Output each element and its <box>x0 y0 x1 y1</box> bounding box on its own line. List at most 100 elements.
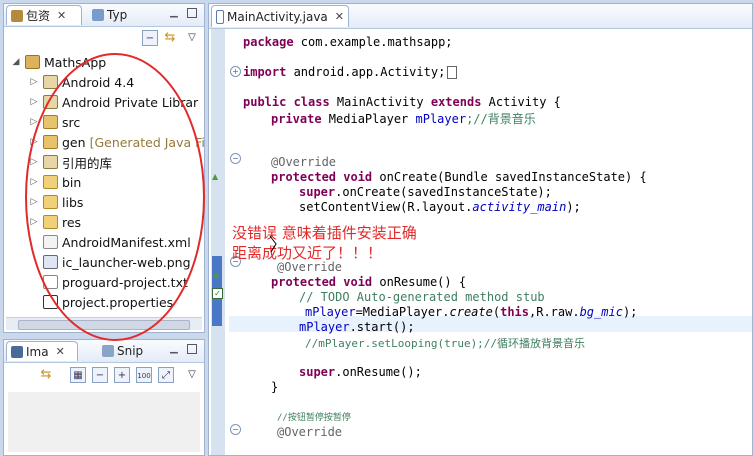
statement: .start(); <box>349 320 415 334</box>
tab-package-explorer-label: 包资 <box>26 9 51 23</box>
tree-item-android-private-libraries[interactable]: ▷ Android Private Librar <box>28 92 199 112</box>
tree-item-gen[interactable]: ▷ gen [Generated Java Fi <box>28 132 204 152</box>
zoom-in-icon[interactable]: + <box>114 367 130 383</box>
tab-snippets-label: Snip <box>117 344 144 358</box>
collapse-all-icon[interactable]: − <box>142 30 158 46</box>
tab-mainactivity[interactable]: MainActivity.java ✕ <box>211 5 349 27</box>
code-line: protected void onResume() { <box>271 275 466 290</box>
static-field: bg_mic <box>579 305 623 319</box>
field-name: mPlayer <box>299 320 350 334</box>
expand-arrow-icon[interactable]: ▷ <box>28 97 40 107</box>
tree-item-proguard-project[interactable]: proguard-project.txt <box>40 272 188 292</box>
tab-snippets[interactable]: Snip <box>98 341 154 361</box>
expand-arrow-icon[interactable]: ▷ <box>28 217 40 227</box>
keyword: super <box>299 185 336 199</box>
tree-item-android-4-4[interactable]: ▷ Android 4.4 <box>28 72 135 92</box>
source-folder-icon <box>43 135 58 149</box>
expand-arrow-icon[interactable]: ▷ <box>28 177 40 187</box>
tab-type-hierarchy[interactable]: Typ <box>88 5 148 25</box>
scrollbar-thumb[interactable] <box>18 320 190 330</box>
tree-item-res[interactable]: ▷ res <box>28 212 82 232</box>
statement: ,R.raw. <box>529 305 580 319</box>
todo-comment: // TODO Auto-generated method stub <box>299 290 545 304</box>
tree-item-src[interactable]: ▷ src <box>28 112 81 132</box>
minimize-icon[interactable]: ▁ <box>170 344 180 354</box>
method-signature: onCreate(Bundle savedInstanceState) { <box>379 170 647 184</box>
folder-icon <box>43 175 58 189</box>
statement: .onResume(); <box>335 365 422 379</box>
image-view-tabbar: Ima ✕ Snip ▁ <box>4 340 204 363</box>
red-annotation-note: 没错误 意味着插件安装正确 距离成功又近了！！！ <box>232 223 417 263</box>
field-name: mPlayer <box>305 305 356 319</box>
statement: =MediaPlayer. <box>355 305 450 319</box>
library-icon <box>43 95 58 109</box>
link-with-editor-icon[interactable]: ⇆ <box>162 30 178 46</box>
type-hierarchy-icon <box>92 9 104 21</box>
method-signature: onResume() { <box>379 275 467 289</box>
library-icon <box>43 75 58 89</box>
tree-item-referenced-libraries[interactable]: ▷ 引用的库 <box>28 152 112 172</box>
minimize-icon[interactable]: ▁ <box>170 8 180 18</box>
comment: //按钮暂停按暂停 <box>277 413 351 423</box>
fit-window-icon[interactable]: ⤢ <box>158 367 174 383</box>
tree-item-mathsapp[interactable]: ◢ MathsApp <box>10 52 107 72</box>
tree-item-ic-launcher-web[interactable]: ic_launcher-web.png <box>40 252 191 272</box>
expand-fold-icon[interactable]: + <box>230 66 241 77</box>
collapse-fold-icon[interactable]: − <box>230 424 241 435</box>
editor-tabbar: MainActivity.java ✕ <box>209 4 752 29</box>
image-view-icon <box>11 345 23 358</box>
expand-arrow-icon[interactable]: ◢ <box>10 57 22 67</box>
close-icon[interactable]: ✕ <box>335 10 344 23</box>
task-marker-icon: ✓ <box>212 288 223 299</box>
tree-item-label: gen <box>62 134 86 150</box>
zoom-out-icon[interactable]: − <box>92 367 108 383</box>
closing-brace: } <box>271 380 279 394</box>
keyword: protected void <box>271 170 380 184</box>
statement: setContentView(R.layout. <box>299 200 473 214</box>
tree-item-androidmanifest[interactable]: AndroidManifest.xml <box>40 232 191 252</box>
expand-arrow-icon[interactable]: ▷ <box>28 117 40 127</box>
package-explorer-tabbar: 包资 ✕ Typ ▁ <box>4 4 204 27</box>
tree-item-label: 引用的库 <box>62 155 113 171</box>
image-canvas <box>8 392 200 452</box>
close-icon[interactable]: ✕ <box>56 345 65 358</box>
maximize-icon[interactable] <box>187 8 197 18</box>
keyword-package: package <box>243 35 294 49</box>
link-icon[interactable]: ⇆ <box>38 367 54 383</box>
horizontal-scrollbar[interactable] <box>6 317 202 330</box>
tab-package-explorer[interactable]: 包资 ✕ <box>6 5 82 25</box>
tree-item-label: project.properties <box>62 294 174 310</box>
expand-arrow-icon[interactable]: ▷ <box>28 137 40 147</box>
tab-image-view[interactable]: Ima ✕ <box>6 341 78 361</box>
override-marker-icon: ▲ <box>213 270 220 279</box>
actual-size-icon[interactable]: 100 <box>136 367 152 383</box>
code-line: super.onResume(); <box>299 365 422 380</box>
keyword: private <box>271 112 329 126</box>
field-name: mPlayer <box>415 112 467 126</box>
fit-image-icon[interactable]: ▦ <box>70 367 86 383</box>
tree-item-bin[interactable]: ▷ bin <box>28 172 82 192</box>
folded-import-box[interactable] <box>447 66 458 79</box>
view-menu-icon[interactable]: ▽ <box>184 367 200 383</box>
keyword: this <box>500 305 529 319</box>
annotation-line-2: 距离成功又近了！！！ <box>232 244 383 262</box>
keyword: protected void <box>271 275 380 289</box>
package-explorer-panel: 包资 ✕ Typ ▁ − ⇆ ▽ ◢ MathsApp ▷ Android 4.… <box>3 3 205 333</box>
project-tree: ◢ MathsApp ▷ Android 4.4 ▷ Android Priva… <box>4 50 204 320</box>
view-menu-icon[interactable]: ▽ <box>184 30 200 46</box>
code-line: setContentView(R.layout.activity_main); <box>299 200 581 215</box>
expand-arrow-icon[interactable]: ▷ <box>28 77 40 87</box>
maximize-icon[interactable] <box>187 344 197 354</box>
statement: .onCreate(savedInstanceState); <box>335 185 552 199</box>
image-view-toolbar: ⇆ ▦ − + 100 ⤢ ▽ <box>4 367 204 389</box>
tree-item-project-properties[interactable]: project.properties <box>40 292 173 312</box>
static-field: activity_main <box>472 200 567 214</box>
keyword: public class <box>243 95 337 109</box>
close-icon[interactable]: ✕ <box>57 9 66 22</box>
expand-arrow-icon[interactable]: ▷ <box>28 197 40 207</box>
collapse-fold-icon[interactable]: − <box>230 153 241 164</box>
annotation-line-1: 没错误 意味着插件安装正确 <box>232 224 417 242</box>
image-file-icon <box>43 255 58 269</box>
expand-arrow-icon[interactable]: ▷ <box>28 157 40 167</box>
tree-item-libs[interactable]: ▷ libs <box>28 192 84 212</box>
